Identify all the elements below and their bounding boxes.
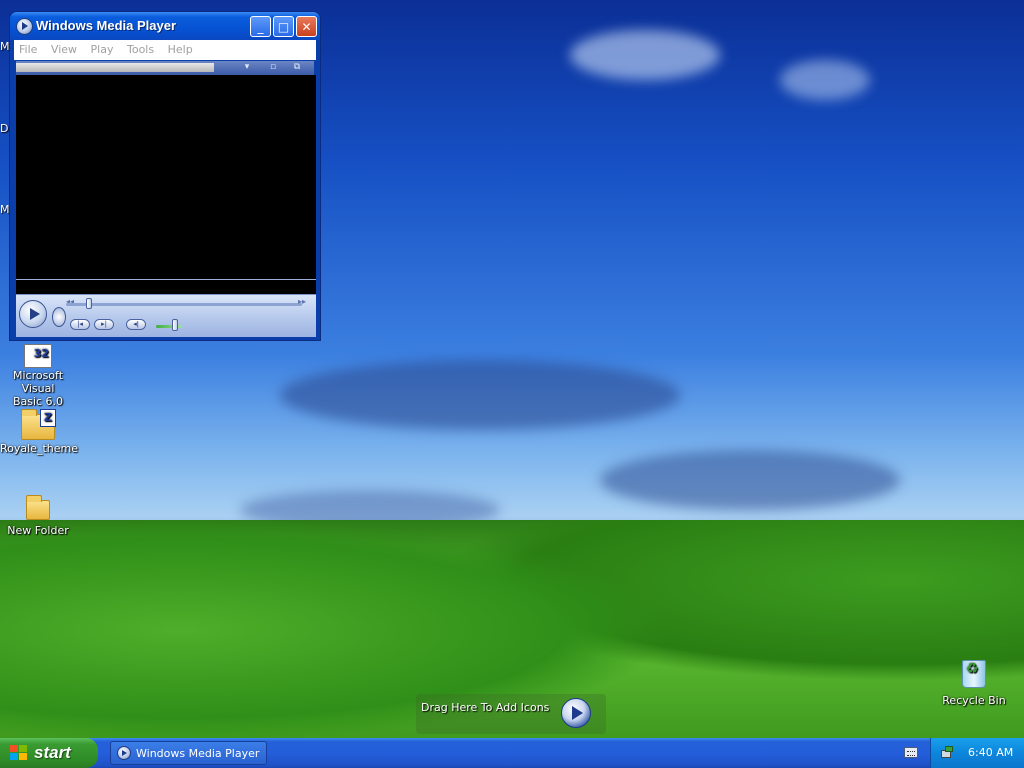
maximize-button[interactable]: □ (273, 16, 294, 37)
status-bar (16, 63, 214, 72)
quick-launch-hint: Drag Here To Add Icons (421, 701, 550, 714)
menu-file[interactable]: File (14, 40, 42, 59)
start-label: start (34, 743, 71, 762)
edge-icon-label: M (0, 40, 10, 53)
transport-controls: ◂◂ ▸▸ |◂ ▸| ◂ǀ (16, 294, 316, 337)
network-icon[interactable] (941, 746, 955, 759)
menu-tools[interactable]: Tools (122, 40, 159, 59)
icon-label: Microsoft Visual (12, 369, 64, 395)
icon-label: New Folder (7, 524, 69, 537)
volume-slider-thumb[interactable] (172, 319, 178, 331)
cloud (780, 60, 870, 100)
play-button[interactable] (19, 300, 47, 328)
icon-label: Recycle Bin (942, 694, 1006, 707)
edge-icon-label: M (0, 203, 10, 216)
desktop-icon-royale-theme[interactable]: Z Royale_theme (0, 409, 78, 455)
recycle-bin-icon (962, 660, 986, 688)
start-button[interactable]: start (0, 738, 98, 768)
menu-bar: File View Play Tools Help (14, 40, 316, 60)
desktop-icon-recycle-bin[interactable]: Recycle Bin (936, 658, 1012, 707)
media-player-icon (16, 18, 33, 35)
edge-icon-label: D (0, 122, 9, 135)
title-bar[interactable]: Windows Media Player _ □ ✕ (10, 12, 320, 40)
media-player-icon (117, 746, 131, 760)
zip-badge: Z (40, 409, 56, 427)
wmp-window[interactable]: Windows Media Player _ □ ✕ File View Pla… (10, 12, 320, 340)
window-title: Windows Media Player (36, 18, 177, 33)
close-button[interactable]: ✕ (296, 16, 317, 37)
fullscreen-icon[interactable]: ⧉ (292, 63, 302, 72)
media-player-icon[interactable] (561, 698, 591, 728)
cloud (280, 360, 680, 430)
skin-mode-icon[interactable]: ▫ (268, 63, 278, 72)
seek-bar[interactable] (66, 303, 302, 306)
taskbar-button-label: Windows Media Player (136, 747, 260, 760)
zip-folder-icon: Z (21, 409, 56, 440)
menu-help[interactable]: Help (163, 40, 198, 59)
fast-forward-icon: ▸▸ (298, 297, 307, 306)
system-tray: 6:40 AM (930, 738, 1024, 768)
taskbar-button-wmp[interactable]: Windows Media Player (110, 741, 267, 765)
next-button[interactable]: ▸| (94, 319, 114, 330)
mute-button[interactable]: ◂ǀ (126, 319, 146, 330)
windows-logo-icon (10, 745, 28, 761)
cloud (600, 450, 900, 510)
keyboard-icon[interactable] (904, 747, 918, 758)
seek-slider-thumb[interactable] (85, 298, 92, 309)
icon-label: Royale_theme (0, 442, 78, 455)
toolstrip: ▾ ▫ ⧉ (16, 61, 314, 75)
icon-label: Basic 6.0 (12, 395, 64, 408)
previous-button[interactable]: |◂ (70, 319, 90, 330)
video-info-strip (16, 280, 316, 294)
volume-track[interactable] (156, 325, 182, 328)
clock[interactable]: 6:40 AM (968, 746, 1013, 759)
toolbar-icon[interactable]: ▾ (242, 63, 252, 72)
taskbar: start Windows Media Player 6:40 AM (0, 738, 1024, 768)
menu-play[interactable]: Play (86, 40, 119, 59)
minimize-button[interactable]: _ (250, 16, 271, 37)
menu-view[interactable]: View (46, 40, 82, 59)
quick-launch-drop-area[interactable]: Drag Here To Add Icons (416, 694, 606, 734)
folder-icon (26, 495, 50, 520)
stop-button[interactable] (52, 307, 66, 327)
desktop-icon-vb6[interactable]: 32 Microsoft Visual Basic 6.0 (0, 342, 76, 408)
video-area[interactable] (16, 75, 316, 279)
vb6-icon: 32 (24, 344, 52, 368)
cloud (570, 30, 720, 80)
desktop-icon-new-folder[interactable]: New Folder (0, 495, 76, 537)
